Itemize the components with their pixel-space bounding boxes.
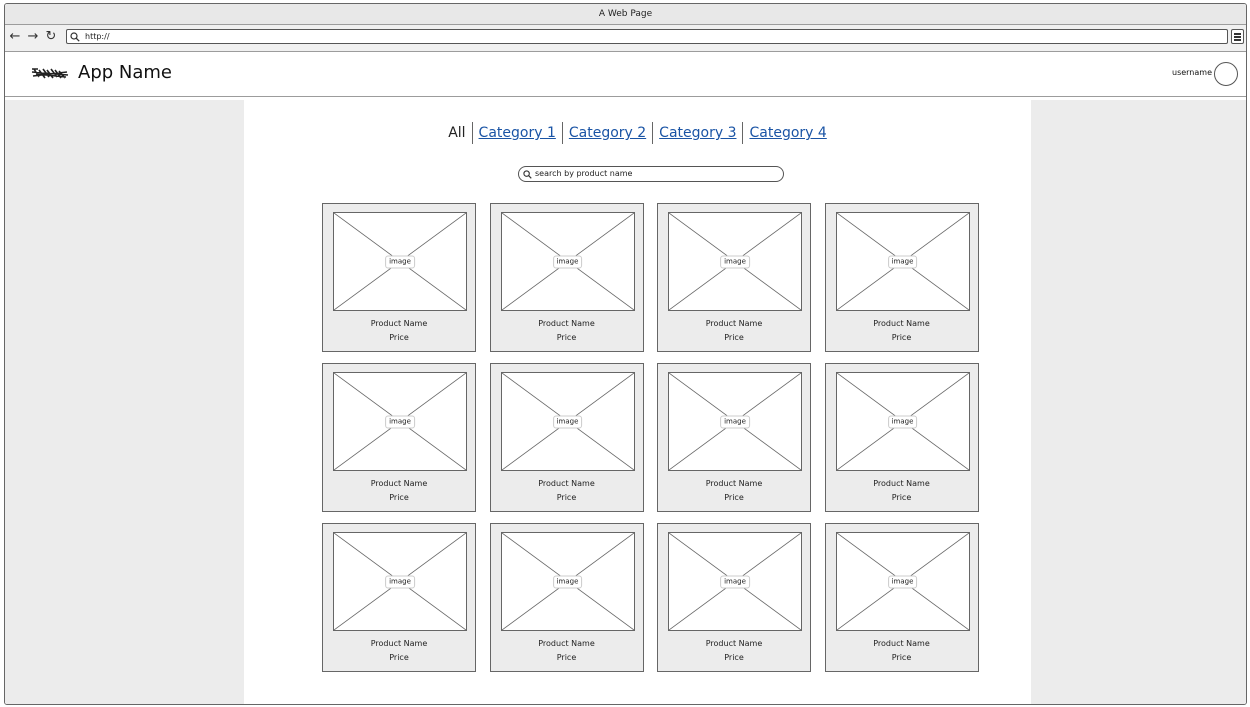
product-name: Product Name: [538, 639, 595, 648]
product-image-placeholder: image: [333, 532, 467, 631]
product-name: Product Name: [873, 319, 930, 328]
window-title: A Web Page: [5, 4, 1246, 25]
main-area: All Category 1 Category 2 Category 3 Categor…: [5, 100, 1246, 704]
content-panel: All Category 1 Category 2 Category 3 Categor…: [244, 100, 1031, 704]
product-image-placeholder: image: [668, 212, 802, 311]
search-icon: [70, 32, 80, 42]
reload-icon[interactable]: ↻: [44, 28, 58, 46]
image-label: image: [887, 255, 918, 268]
product-price: Price: [724, 493, 744, 502]
search-input[interactable]: search by product name: [518, 166, 784, 182]
product-price: Price: [891, 653, 912, 662]
product-card[interactable]: image Product Name Price: [489, 203, 644, 352]
product-card[interactable]: image Product Name Price: [322, 203, 476, 352]
logo-icon[interactable]: [30, 66, 70, 80]
product-price: Price: [891, 333, 912, 342]
address-bar-url: http://: [85, 32, 110, 41]
product-card[interactable]: image Product Name Price: [824, 523, 979, 672]
image-label: image: [887, 415, 918, 428]
image-label: image: [720, 255, 750, 268]
search-placeholder: search by product name: [535, 169, 633, 178]
image-label: image: [552, 415, 583, 428]
user-avatar[interactable]: [1214, 62, 1238, 86]
image-label: image: [385, 415, 415, 428]
category-tab-0[interactable]: All: [442, 122, 471, 144]
category-tab-4[interactable]: Category 4: [742, 122, 832, 144]
product-card[interactable]: image Product Name Price: [657, 363, 811, 512]
product-image-placeholder: image: [668, 372, 802, 471]
product-name: Product Name: [705, 479, 763, 488]
hamburger-menu-icon[interactable]: [1231, 29, 1244, 44]
app-name: App Name: [78, 62, 172, 83]
product-price: Price: [389, 653, 409, 662]
product-card[interactable]: image Product Name Price: [322, 363, 476, 512]
product-image-placeholder: image: [500, 532, 635, 631]
product-card[interactable]: image Product Name Price: [322, 523, 476, 672]
product-card[interactable]: image Product Name Price: [824, 363, 979, 512]
product-price: Price: [724, 333, 744, 342]
app-header: App Name username: [5, 52, 1246, 97]
product-image-placeholder: image: [333, 212, 467, 311]
product-image-placeholder: image: [835, 372, 970, 471]
product-name: Product Name: [370, 639, 428, 648]
image-label: image: [385, 255, 415, 268]
image-label: image: [720, 575, 750, 588]
product-price: Price: [556, 333, 577, 342]
product-image-placeholder: image: [835, 212, 970, 311]
product-card[interactable]: image Product Name Price: [824, 203, 979, 352]
product-card[interactable]: image Product Name Price: [657, 203, 811, 352]
category-tabs: All Category 1 Category 2 Category 3 Categor…: [244, 122, 1031, 144]
product-card[interactable]: image Product Name Price: [657, 523, 811, 672]
product-price: Price: [389, 333, 409, 342]
product-image-placeholder: image: [500, 372, 635, 471]
product-card[interactable]: image Product Name Price: [489, 363, 644, 512]
browser-window: A Web Page ← → ↻ http:// App Name userna…: [4, 3, 1247, 705]
image-label: image: [552, 575, 583, 588]
product-price: Price: [556, 493, 577, 502]
product-image-placeholder: image: [835, 532, 970, 631]
product-price: Price: [724, 653, 744, 662]
image-label: image: [385, 575, 415, 588]
forward-arrow-icon[interactable]: →: [26, 28, 40, 46]
product-card[interactable]: image Product Name Price: [489, 523, 644, 672]
product-image-placeholder: image: [333, 372, 467, 471]
product-name: Product Name: [538, 319, 595, 328]
image-label: image: [552, 255, 583, 268]
product-name: Product Name: [538, 479, 595, 488]
image-label: image: [720, 415, 750, 428]
product-name: Product Name: [705, 319, 763, 328]
product-name: Product Name: [370, 319, 428, 328]
product-price: Price: [556, 653, 577, 662]
address-bar[interactable]: http://: [66, 29, 1228, 44]
product-name: Product Name: [705, 639, 763, 648]
category-tab-1[interactable]: Category 1: [471, 122, 562, 144]
product-name: Product Name: [370, 479, 428, 488]
product-price: Price: [891, 493, 912, 502]
product-name: Product Name: [873, 479, 930, 488]
category-tab-2[interactable]: Category 2: [561, 122, 652, 144]
category-tab-3[interactable]: Category 3: [652, 122, 742, 144]
product-image-placeholder: image: [500, 212, 635, 311]
search-icon: [523, 170, 532, 179]
back-arrow-icon[interactable]: ←: [8, 28, 22, 46]
product-price: Price: [389, 493, 409, 502]
product-image-placeholder: image: [668, 532, 802, 631]
product-name: Product Name: [873, 639, 930, 648]
browser-toolbar: ← → ↻ http://: [5, 25, 1246, 52]
image-label: image: [887, 575, 918, 588]
username-label[interactable]: username: [1172, 68, 1212, 77]
